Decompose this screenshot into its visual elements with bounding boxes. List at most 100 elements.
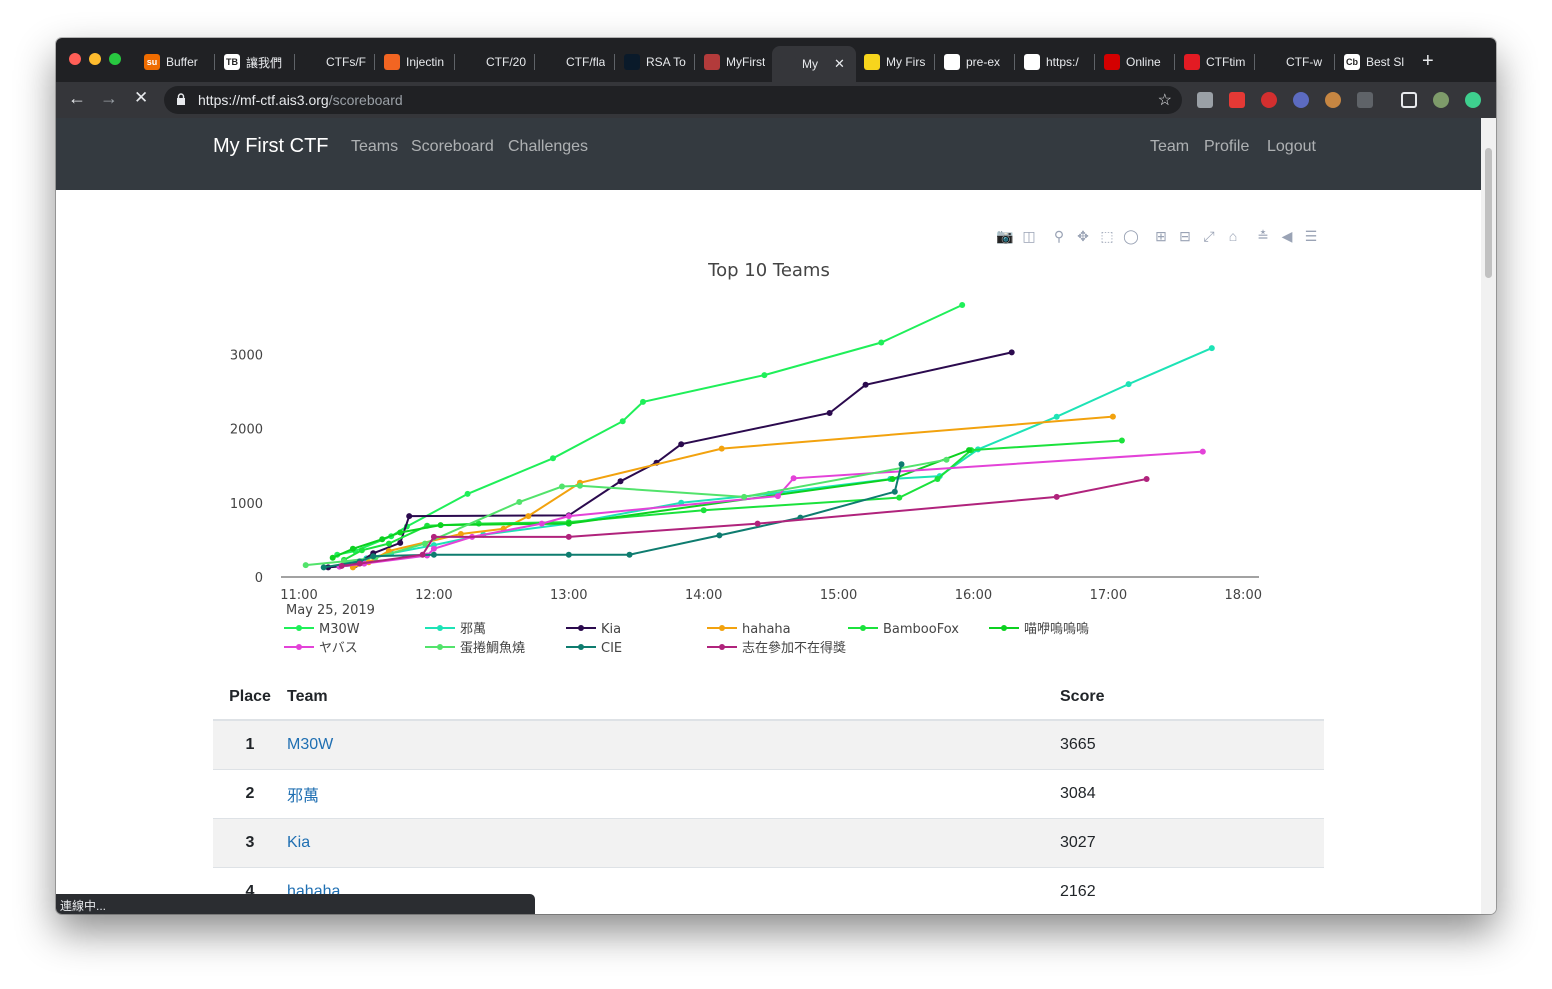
- url-text: https://mf-ctf.ais3.org/scoreboard: [198, 92, 403, 108]
- series-point: [385, 540, 392, 547]
- browser-tab[interactable]: My ✕: [772, 46, 856, 82]
- series-point: [878, 339, 885, 346]
- tab-separator: [454, 54, 455, 70]
- x-axis-date-label: May 25, 2019: [286, 603, 375, 618]
- browser-tab[interactable]: pre-ex: [936, 50, 1014, 74]
- team-link[interactable]: Kia: [287, 834, 310, 851]
- site-brand[interactable]: My First CTF: [213, 135, 329, 158]
- browser-window: su Buffer TB 讓我們 CTFs/F Injectin CTF/20 CTF/fla…: [56, 38, 1496, 914]
- forward-icon[interactable]: →: [100, 88, 118, 109]
- nav-link-challenges[interactable]: Challenges: [508, 138, 588, 156]
- back-icon[interactable]: ←: [68, 88, 86, 109]
- tab-favicon-icon: [704, 54, 720, 70]
- nav-link-profile[interactable]: Profile: [1204, 138, 1249, 156]
- tab-title: CTF/fla: [566, 55, 606, 69]
- close-window-button[interactable]: [69, 53, 81, 65]
- tab-separator: [294, 54, 295, 70]
- page-scrollbar[interactable]: [1481, 118, 1496, 914]
- tab-close-icon[interactable]: ✕: [834, 56, 845, 72]
- series-point: [430, 533, 437, 540]
- browser-tab[interactable]: Injectin: [376, 50, 454, 74]
- extension-printer-icon[interactable]: [1197, 92, 1213, 108]
- nav-link-team[interactable]: Team: [1150, 138, 1189, 156]
- new-tab-button[interactable]: +: [1422, 50, 1434, 73]
- series-point: [538, 520, 545, 527]
- series-point: [349, 545, 356, 552]
- tab-title: https:/: [1046, 55, 1079, 69]
- tab-favicon-icon: [1184, 54, 1200, 70]
- minimize-window-button[interactable]: [89, 53, 101, 65]
- legend-label: hahaha: [742, 622, 791, 637]
- browser-tab[interactable]: su Buffer: [136, 50, 214, 74]
- extension-cookie-icon[interactable]: [1325, 92, 1341, 108]
- browser-tab[interactable]: CTF/20: [456, 50, 534, 74]
- browser-tab[interactable]: TB 讓我們: [216, 50, 294, 74]
- profile-avatar[interactable]: [1433, 92, 1449, 108]
- row-score: 3027: [1060, 817, 1324, 867]
- row-score: 3084: [1060, 768, 1324, 818]
- legend-label: 喵咿嗚嗚嗚: [1024, 621, 1089, 637]
- tab-separator: [214, 54, 215, 70]
- status-bar: 連線中...: [56, 894, 535, 914]
- nav-link-logout[interactable]: Logout: [1267, 138, 1316, 156]
- browser-tab[interactable]: CTF-w: [1256, 50, 1334, 74]
- series-point: [943, 456, 950, 463]
- series-point: [1143, 476, 1150, 482]
- browser-tab[interactable]: Online: [1096, 50, 1174, 74]
- y-axis-ticks: 0 1000 2000 3000: [230, 348, 263, 586]
- tab-favicon-icon: [304, 54, 320, 70]
- legend-marker: [437, 625, 443, 631]
- update-icon[interactable]: [1465, 92, 1481, 108]
- browser-tab[interactable]: MyFirst: [696, 50, 774, 74]
- browser-tab[interactable]: CTF/fla: [536, 50, 614, 74]
- nav-link-scoreboard[interactable]: Scoreboard: [411, 138, 494, 156]
- x-tick-label: 14:00: [685, 588, 722, 603]
- browser-tab[interactable]: My Firs: [856, 50, 934, 74]
- series-point: [826, 410, 833, 416]
- cast-icon[interactable]: [1401, 92, 1417, 108]
- series-point: [550, 455, 556, 462]
- team-link[interactable]: 邪萬: [287, 788, 319, 805]
- tab-title: CTF/20: [486, 55, 527, 69]
- tab-title: CTF-w: [1286, 55, 1322, 69]
- row-score: 3665: [1060, 719, 1324, 769]
- tab-title: CTFs/F: [326, 55, 366, 69]
- nav-link-teams[interactable]: Teams: [351, 138, 398, 156]
- browser-tab[interactable]: CTFs/F: [296, 50, 374, 74]
- series-point: [329, 554, 336, 561]
- series-point: [419, 551, 426, 558]
- team-link[interactable]: M30W: [287, 736, 333, 753]
- address-bar[interactable]: https://mf-ctf.ais3.org/scoreboard ☆: [164, 86, 1182, 114]
- row-place: 2: [213, 768, 287, 818]
- browser-tab[interactable]: Cb Best Sl: [1336, 50, 1414, 74]
- series-point: [1109, 413, 1116, 420]
- extension-percent-icon[interactable]: [1229, 92, 1245, 108]
- scrollbar-thumb[interactable]: [1485, 148, 1492, 278]
- stop-loading-icon[interactable]: ✕: [134, 88, 148, 108]
- series-point: [761, 372, 768, 379]
- series-point: [430, 551, 437, 558]
- series-point: [896, 494, 903, 501]
- tab-separator: [1174, 54, 1175, 70]
- series-point: [358, 547, 365, 554]
- legend-label: 志在參加不在得獎: [742, 640, 846, 656]
- score-chart: Top 10 Teams 0 1000 2000 3000 11:00 12:00 13:…: [230, 260, 1262, 656]
- series-point: [898, 461, 905, 468]
- series-point: [421, 540, 428, 547]
- x-tick-label: 15:00: [820, 588, 857, 603]
- x-tick-label: 12:00: [415, 588, 452, 603]
- browser-tab[interactable]: https:/: [1016, 50, 1094, 74]
- series-point: [565, 551, 572, 558]
- browser-tab[interactable]: RSA To: [616, 50, 694, 74]
- extension-glasses-icon[interactable]: [1293, 92, 1309, 108]
- series-point: [397, 529, 404, 536]
- browser-tab[interactable]: CTFtim: [1176, 50, 1254, 74]
- extension-stop-icon[interactable]: [1261, 92, 1277, 108]
- series-point: [565, 520, 572, 527]
- bookmark-star-icon[interactable]: ☆: [1158, 90, 1172, 110]
- extension-binary-icon[interactable]: [1357, 92, 1373, 108]
- zoom-window-button[interactable]: [109, 53, 121, 65]
- series-point: [640, 398, 646, 405]
- series-point: [525, 513, 532, 520]
- legend-marker: [860, 625, 866, 631]
